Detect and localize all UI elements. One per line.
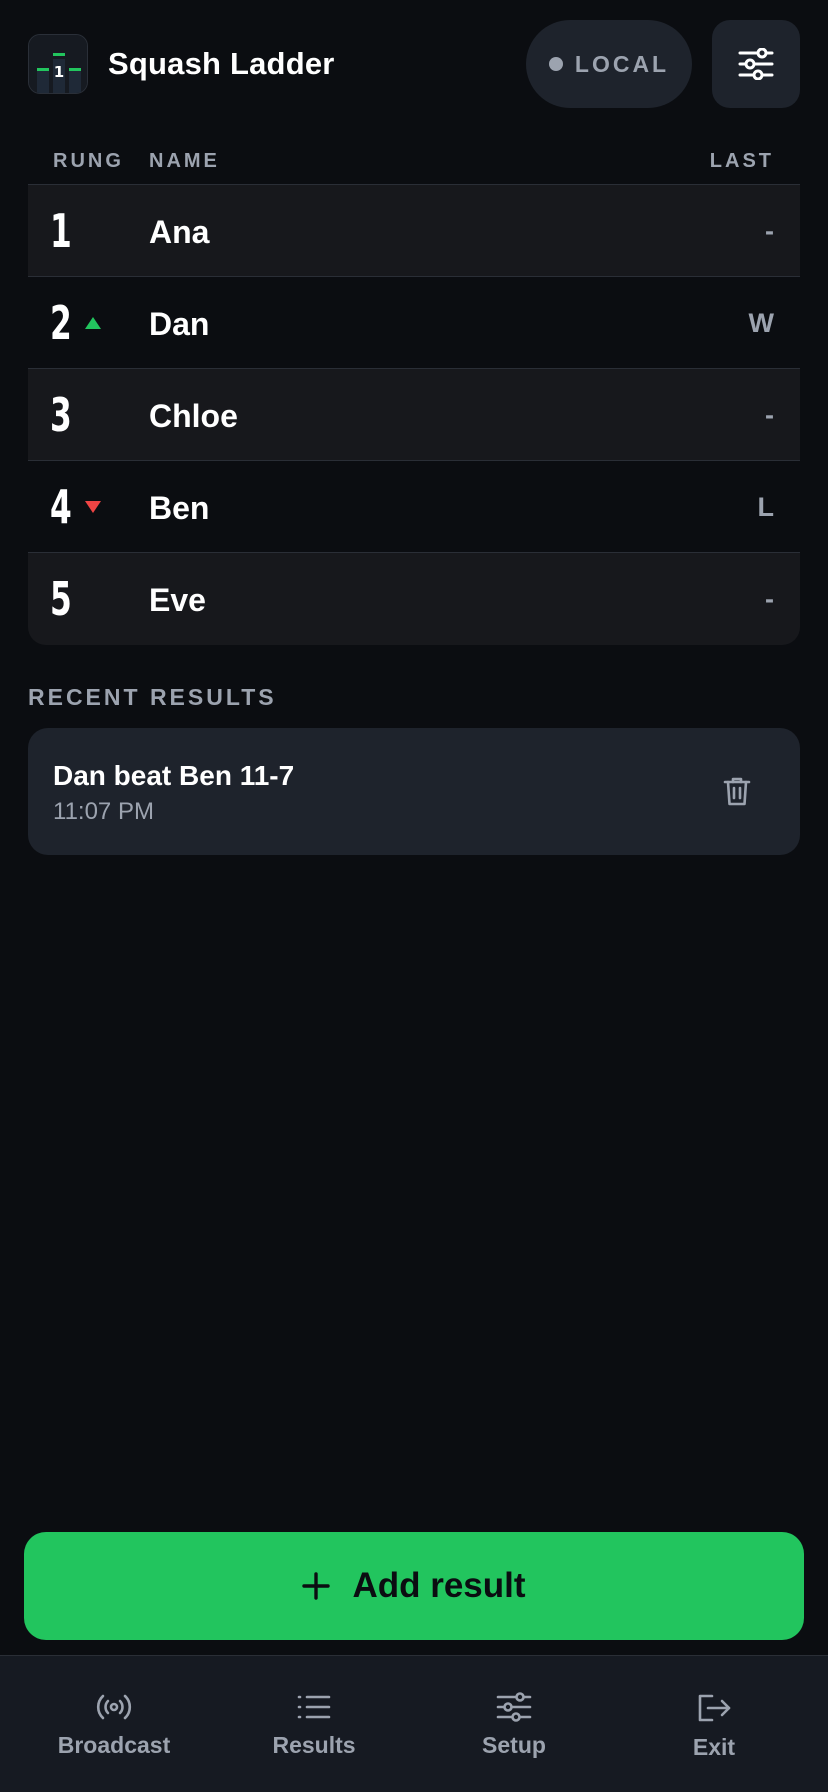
player-name: Dan bbox=[149, 306, 210, 342]
ladder-row[interactable]: 5 Eve - bbox=[28, 553, 800, 645]
add-result-label: Add result bbox=[352, 1566, 526, 1605]
column-header-last: LAST bbox=[709, 150, 774, 172]
player-name: Ben bbox=[149, 490, 210, 526]
nav-label: Broadcast bbox=[57, 1732, 171, 1758]
rung-number: 3 bbox=[50, 388, 72, 442]
bottom-nav: Broadcast Results Setup Exit bbox=[0, 1655, 828, 1792]
column-header-rung: RUNG bbox=[53, 150, 124, 172]
result-timestamp: 11:07 PM bbox=[53, 798, 154, 825]
settings-button[interactable] bbox=[712, 20, 800, 108]
last-result: L bbox=[757, 492, 775, 522]
ladder-row[interactable]: 2 Dan W bbox=[28, 277, 800, 369]
header: 1 Squash Ladder LOCAL bbox=[0, 0, 828, 130]
nav-item-exit[interactable]: Exit bbox=[614, 1656, 814, 1792]
rung-number: 1 bbox=[50, 204, 72, 258]
nav-item-results[interactable]: Results bbox=[214, 1656, 414, 1792]
last-result: - bbox=[765, 584, 774, 614]
list-icon bbox=[297, 1695, 331, 1719]
ladder-row[interactable]: 4 Ben L bbox=[28, 461, 800, 553]
last-result: - bbox=[765, 400, 774, 430]
app-root: 1 Squash Ladder LOCAL RUNG NAME LAST 1 A… bbox=[0, 0, 828, 1792]
ladder-table: 1 Ana - 2 Dan W 3 Chloe - 4 Ben L 5 Eve … bbox=[28, 184, 800, 645]
plus-icon bbox=[302, 1572, 331, 1600]
last-result: W bbox=[748, 308, 774, 338]
trash-icon bbox=[723, 777, 751, 806]
nav-label: Results bbox=[272, 1732, 356, 1758]
ladder-table-header: RUNG NAME LAST bbox=[28, 140, 800, 184]
app-title: Squash Ladder bbox=[108, 46, 335, 81]
moved-up-icon bbox=[85, 317, 101, 329]
rung-number: 2 bbox=[50, 296, 72, 350]
player-name: Chloe bbox=[149, 398, 238, 434]
sliders-icon bbox=[738, 48, 774, 80]
player-name: Ana bbox=[149, 214, 210, 250]
add-result-button[interactable]: Add result bbox=[24, 1532, 804, 1640]
recent-results-heading: RECENT RESULTS bbox=[28, 684, 277, 710]
nav-label: Setup bbox=[482, 1732, 546, 1758]
nav-item-broadcast[interactable]: Broadcast bbox=[14, 1656, 214, 1792]
ladder-logo-icon: 1 bbox=[28, 34, 88, 94]
connection-mode-label: LOCAL bbox=[574, 50, 670, 77]
delete-result-button[interactable] bbox=[714, 768, 760, 814]
connection-mode-badge[interactable]: LOCAL bbox=[526, 20, 692, 108]
ladder-row[interactable]: 1 Ana - bbox=[28, 185, 800, 277]
status-dot-icon bbox=[548, 57, 563, 71]
result-summary: Dan beat Ben 11-7 bbox=[53, 760, 295, 791]
rung-number: 4 bbox=[50, 480, 72, 534]
broadcast-icon bbox=[96, 1694, 132, 1720]
last-result: - bbox=[765, 216, 774, 246]
nav-item-setup[interactable]: Setup bbox=[414, 1656, 614, 1792]
nav-label: Exit bbox=[692, 1734, 736, 1760]
rung-number: 5 bbox=[50, 572, 72, 626]
sliders-icon bbox=[496, 1692, 532, 1722]
moved-down-icon bbox=[85, 501, 101, 513]
result-card: Dan beat Ben 11-7 11:07 PM bbox=[28, 728, 800, 855]
exit-icon bbox=[698, 1694, 731, 1722]
logo-digit: 1 bbox=[54, 63, 64, 81]
ladder-row[interactable]: 3 Chloe - bbox=[28, 369, 800, 461]
column-header-name: NAME bbox=[149, 150, 220, 172]
player-name: Eve bbox=[149, 582, 206, 618]
